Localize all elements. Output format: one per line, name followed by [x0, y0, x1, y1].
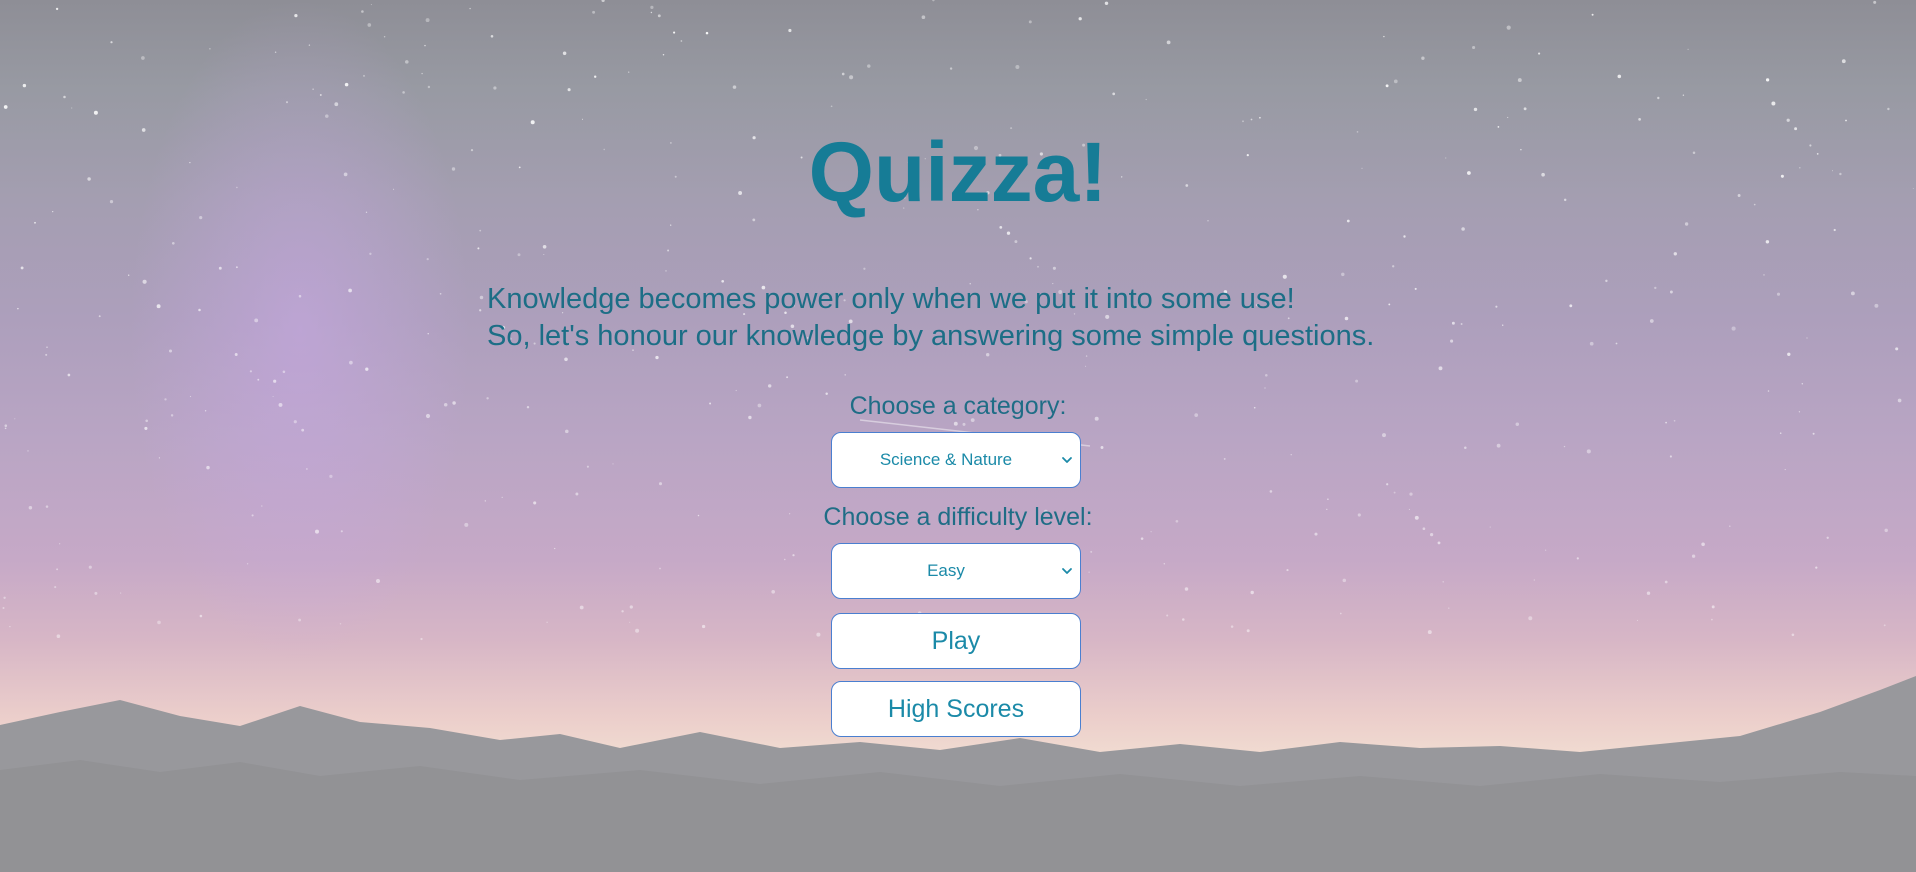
difficulty-label: Choose a difficulty level: [823, 503, 1093, 531]
category-selected-value: Science & Nature [879, 450, 1013, 469]
play-button[interactable]: Play [831, 613, 1081, 669]
intro-line-2: So, let's honour our knowledge by answer… [487, 320, 1375, 352]
high-scores-button[interactable]: High Scores [831, 681, 1081, 737]
category-label: Choose a category: [849, 392, 1067, 420]
intro-line-1: Knowledge becomes power only when we put… [487, 283, 1295, 315]
chevron-down-icon [1062, 457, 1072, 463]
main-content: Quizza! Knowledge becomes power only whe… [0, 0, 1916, 872]
page-title: Quizza! [808, 125, 1108, 219]
chevron-down-icon [1062, 568, 1072, 574]
difficulty-select[interactable]: Easy [831, 543, 1081, 599]
difficulty-selected-value: Easy [927, 561, 965, 580]
intro-text: Knowledge becomes power only when we put… [487, 281, 1374, 355]
category-select[interactable]: Science & Nature [831, 432, 1081, 488]
